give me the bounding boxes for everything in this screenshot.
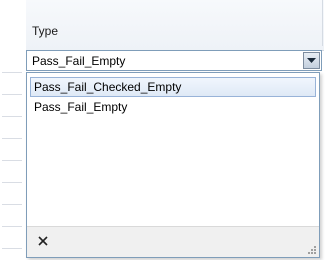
column-header-label: Type (32, 24, 59, 38)
type-combobox[interactable]: Pass_Fail_Empty (26, 50, 322, 71)
row-divider (2, 94, 22, 95)
row-divider (2, 204, 22, 205)
grid-row-stubs (0, 0, 24, 260)
clear-selection-button[interactable] (35, 233, 51, 249)
column-header-type[interactable]: Type (26, 0, 323, 46)
dropdown-option-pass-fail-checked-empty[interactable]: Pass_Fail_Checked_Empty (30, 77, 316, 97)
option-label: Pass_Fail_Empty (34, 100, 128, 114)
combobox-value: Pass_Fail_Empty (32, 54, 126, 68)
row-divider (2, 226, 22, 227)
dropdown-option-pass-fail-empty[interactable]: Pass_Fail_Empty (30, 97, 316, 117)
row-divider (2, 248, 22, 249)
row-divider (2, 160, 22, 161)
dropdown-footer (27, 226, 319, 257)
close-icon (38, 236, 48, 246)
grid-header-row: Type (26, 0, 324, 51)
dropdown-toggle-button[interactable] (303, 52, 320, 69)
row-divider (2, 138, 22, 139)
chevron-down-icon (307, 57, 316, 63)
row-divider (2, 182, 22, 183)
option-label: Pass_Fail_Checked_Empty (34, 80, 182, 94)
resize-grip-icon[interactable] (307, 245, 317, 255)
dropdown-list: Pass_Fail_Checked_Empty Pass_Fail_Empty (26, 72, 320, 258)
grid-right-edge (324, 0, 332, 260)
row-divider (2, 72, 22, 73)
row-divider (2, 116, 22, 117)
